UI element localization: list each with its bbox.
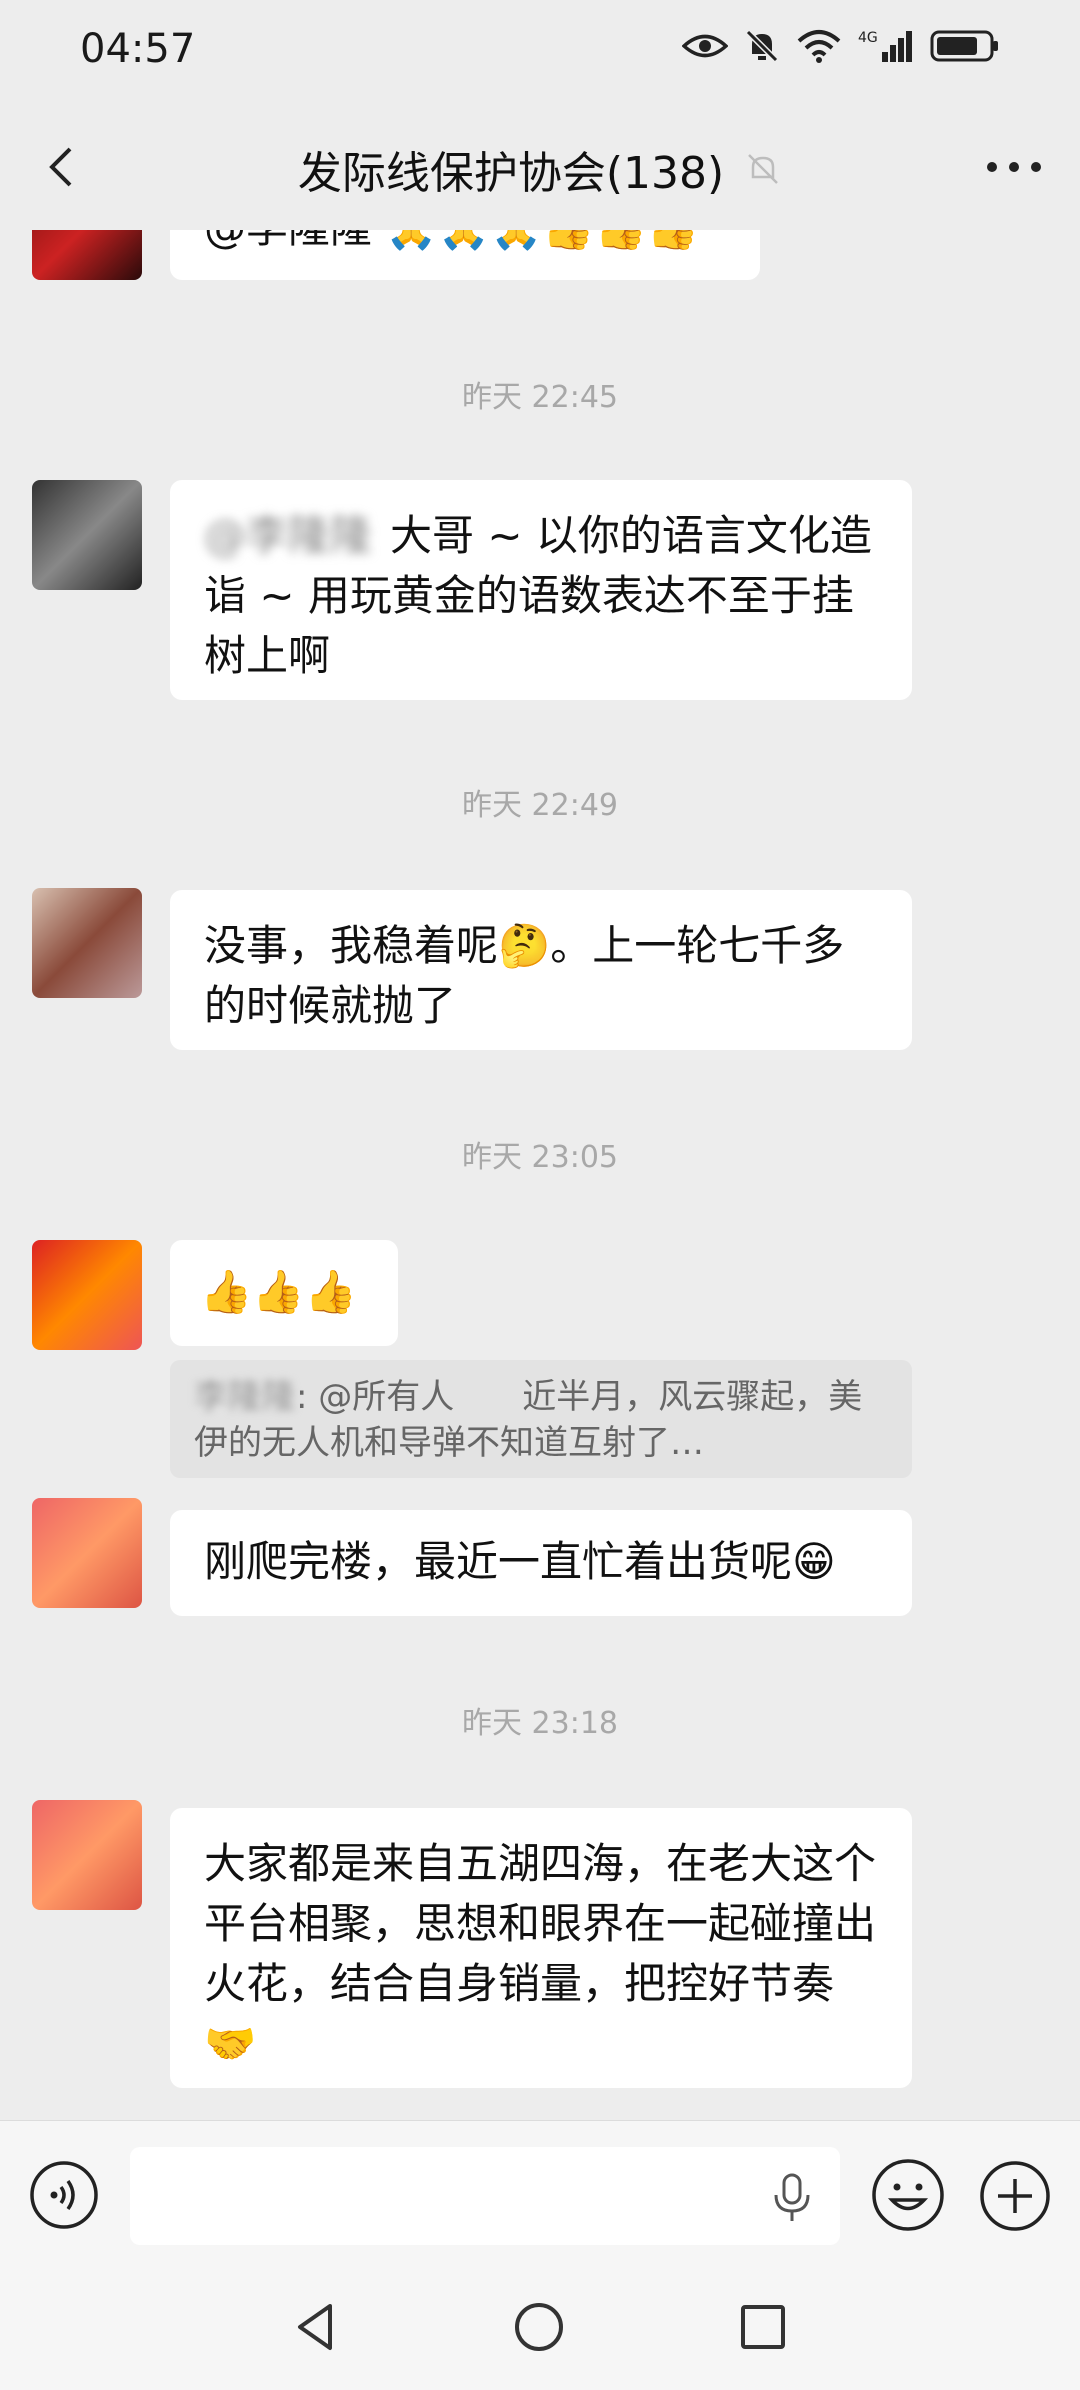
- system-nav-bar: [0, 2270, 1080, 2390]
- emoji-icon[interactable]: [870, 2157, 946, 2233]
- avatar[interactable]: [32, 888, 142, 998]
- emoji-text: 👍👍👍: [200, 1267, 357, 1316]
- avatar[interactable]: [32, 1800, 142, 1910]
- nav-recents-icon[interactable]: [738, 2302, 788, 2352]
- emoji-text: 🙏🙏🙏👍👍👍: [385, 230, 699, 252]
- status-icons: 4G: [682, 28, 1000, 64]
- status-bar: 04:57 4G: [0, 0, 1080, 105]
- quoted-message[interactable]: 李隆隆: @所有人 近半月，风云骤起，美伊的无人机和导弹不知道互射了…: [170, 1360, 912, 1478]
- svg-text:4G: 4G: [858, 30, 878, 46]
- message-bubble[interactable]: @李隆隆 🙏🙏🙏👍👍👍: [170, 230, 760, 280]
- message-bubble[interactable]: 没事，我稳着呢🤔。上一轮七千多的时候就抛了: [170, 890, 912, 1050]
- mute-icon: [748, 154, 779, 184]
- timestamp: 昨天 23:05: [462, 1140, 618, 1175]
- avatar[interactable]: [32, 480, 142, 590]
- avatar[interactable]: [32, 230, 142, 280]
- blurred-mention: @李隆隆: [204, 511, 373, 560]
- wifi-icon: [797, 30, 841, 63]
- plus-icon[interactable]: [978, 2159, 1052, 2233]
- timestamp: 昨天 22:45: [462, 380, 618, 415]
- message-bubble[interactable]: @李隆隆 大哥 ~ 以你的语言文化造诣 ~ 用玩黄金的语数表达不至于挂树上啊: [170, 480, 912, 700]
- message-bubble[interactable]: 大家都是来自五湖四海，在老大这个平台相聚，思想和眼界在一起碰撞出火花，结合自身销…: [170, 1808, 912, 2088]
- mic-icon[interactable]: [770, 2173, 814, 2223]
- signal-4g-icon: 4G: [858, 30, 912, 62]
- battery-icon: [930, 30, 998, 62]
- input-bar: [0, 2120, 1080, 2271]
- timestamp: 昨天 23:18: [462, 1706, 618, 1741]
- message-text: 大家都是来自五湖四海，在老大这个平台相聚，思想和眼界在一起碰撞出火花，结合自身销…: [204, 1839, 877, 2068]
- chat-header: 发际线保护协会(138): [0, 105, 1080, 230]
- message-bubble[interactable]: 👍👍👍: [170, 1240, 398, 1346]
- avatar[interactable]: [32, 1498, 142, 1608]
- eye-icon: [682, 34, 728, 58]
- timestamp: 昨天 22:49: [462, 788, 618, 823]
- nav-home-icon[interactable]: [512, 2300, 566, 2354]
- nav-back-icon[interactable]: [290, 2300, 344, 2354]
- title-wrap: 发际线保护协会(138): [0, 137, 1080, 201]
- message-text: 没事，我稳着呢🤔。上一轮七千多的时候就抛了: [204, 921, 845, 1030]
- status-time: 04:57: [80, 26, 196, 72]
- bell-muted-icon: [745, 29, 779, 63]
- chat-title[interactable]: 发际线保护协会(138): [298, 137, 724, 201]
- message-bubble[interactable]: 刚爬完楼，最近一直忙着出货呢😁: [170, 1510, 912, 1616]
- message-input[interactable]: [130, 2147, 840, 2245]
- more-icon[interactable]: [984, 157, 1044, 177]
- quote-author: 李隆隆: [194, 1377, 296, 1417]
- chat-messages[interactable]: @李隆隆 🙏🙏🙏👍👍👍 昨天 22:45 @李隆隆大哥 ~ 以你的语言文化造诣 …: [0, 230, 1080, 2120]
- avatar[interactable]: [32, 1240, 142, 1350]
- voice-icon[interactable]: [28, 2159, 100, 2231]
- mention-text: @李隆隆: [204, 230, 372, 252]
- message-text: 刚爬完楼，最近一直忙着出货呢😁: [204, 1537, 836, 1586]
